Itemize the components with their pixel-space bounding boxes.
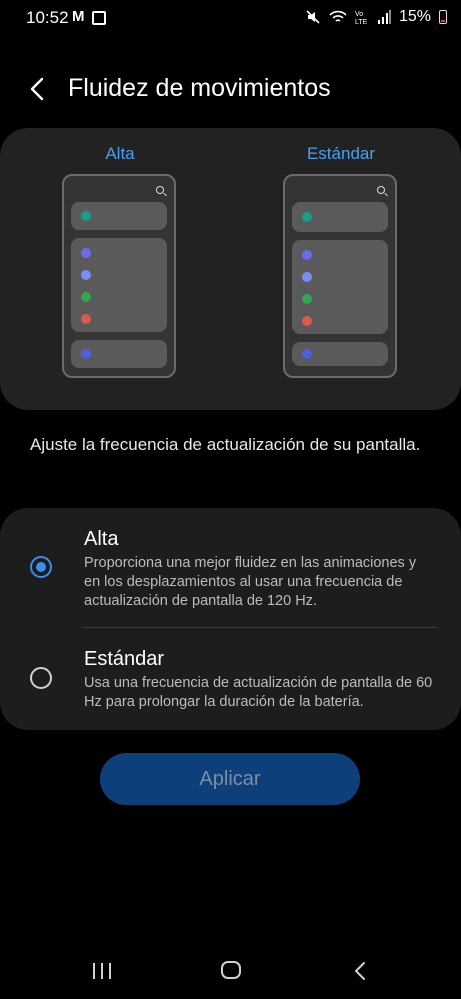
option-desc-alta: Proporciona una mejor fluidez en las ani… <box>84 555 417 609</box>
back-arrow-icon[interactable] <box>28 76 48 102</box>
search-icon <box>377 186 385 194</box>
recent-apps-icon[interactable] <box>93 963 111 979</box>
back-icon[interactable] <box>352 961 370 981</box>
dot <box>81 349 91 359</box>
search-icon <box>156 186 164 194</box>
dot <box>302 250 312 260</box>
description-text: Ajuste la frecuencia de actualización de… <box>30 435 421 454</box>
status-bar: 10:52 M Vo LTE 15% <box>0 0 461 36</box>
mute-icon <box>306 10 320 24</box>
phone-illustration-alta <box>62 174 176 378</box>
dot <box>81 314 91 324</box>
list-group <box>71 238 167 332</box>
home-icon[interactable] <box>221 961 241 979</box>
dot <box>81 292 91 302</box>
battery-icon <box>439 10 447 24</box>
dot <box>81 270 91 280</box>
radio-estandar[interactable] <box>30 667 52 689</box>
option-desc-estandar: Usa una frecuencia de actualización de p… <box>84 675 433 710</box>
dot <box>302 316 312 326</box>
gallery-icon <box>92 11 106 25</box>
preview-label-estandar: Estándar <box>306 144 376 163</box>
page-title: Fluidez de movimientos <box>68 74 331 102</box>
battery-percent: 15% <box>398 8 431 25</box>
header: Fluidez de movimientos <box>0 70 461 110</box>
refresh-rate-preview: Alta Estándar <box>0 128 461 410</box>
svg-text:Vo: Vo <box>355 11 363 18</box>
svg-text:LTE: LTE <box>355 19 368 25</box>
list-group <box>292 240 388 334</box>
gmail-icon: M <box>72 8 85 25</box>
list-item <box>71 340 167 368</box>
signal-icon <box>377 10 391 24</box>
option-title-alta: Alta <box>84 528 119 550</box>
dot <box>81 248 91 258</box>
radio-alta[interactable] <box>30 556 52 578</box>
volte-icon: Vo LTE <box>355 11 368 25</box>
dot <box>81 211 91 221</box>
list-item <box>292 342 388 366</box>
status-time: 10:52 <box>26 8 69 27</box>
dot <box>302 272 312 282</box>
wifi-icon <box>329 10 347 22</box>
refresh-rate-options: Alta Proporciona una mejor fluidez en la… <box>0 508 461 730</box>
navigation-bar <box>0 955 461 991</box>
status-icons: Vo LTE 15% <box>305 8 447 26</box>
divider <box>82 627 437 628</box>
option-title-estandar: Estándar <box>84 648 165 670</box>
list-item <box>71 202 167 230</box>
phone-illustration-estandar <box>283 174 397 378</box>
apply-button[interactable]: Aplicar <box>100 753 360 805</box>
dot <box>302 212 312 222</box>
dot <box>302 349 312 359</box>
preview-label-alta: Alta <box>105 144 135 163</box>
dot <box>302 294 312 304</box>
list-item <box>292 202 388 232</box>
